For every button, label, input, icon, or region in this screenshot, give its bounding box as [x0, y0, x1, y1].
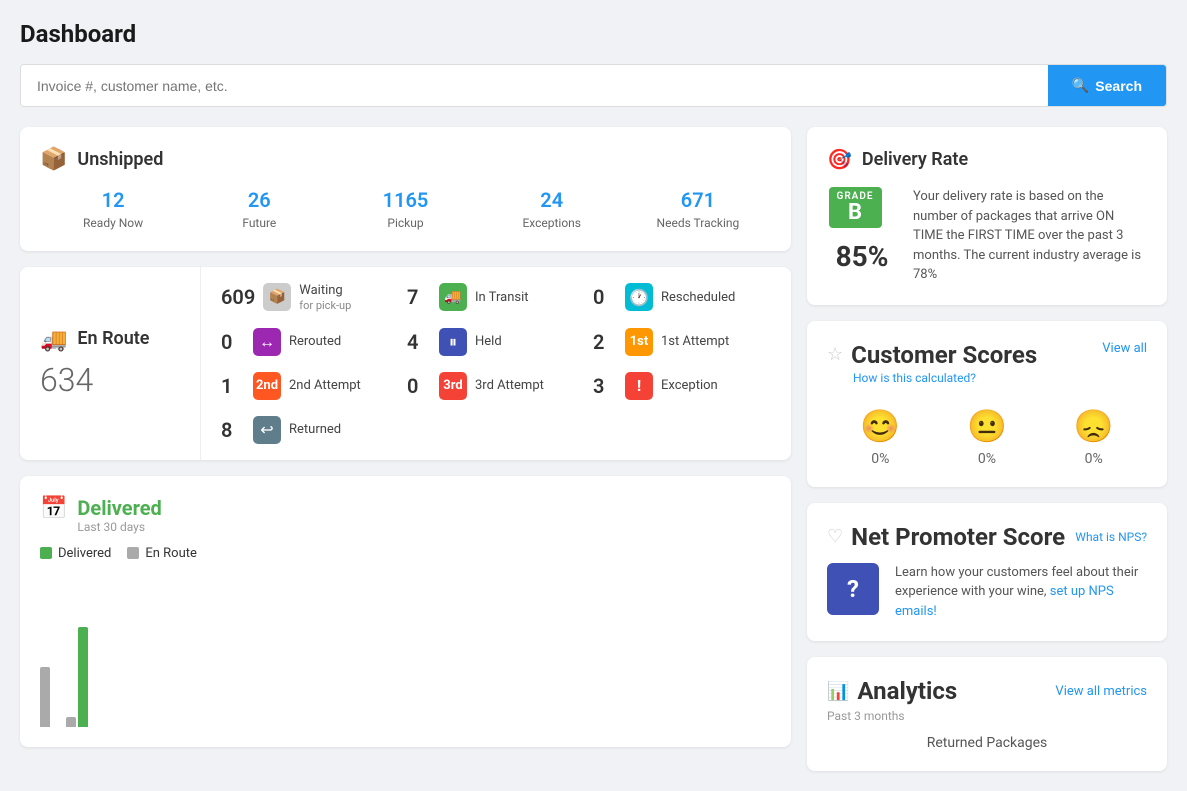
analytics-header: 📊 Analytics View all metrics [827, 677, 1147, 705]
delivery-rate-content: GRADE B 85% Your delivery rate is based … [827, 187, 1147, 285]
scores-row: 😊 0% 😐 0% 😞 0% [827, 407, 1147, 467]
customer-scores-card: ☆ Customer Scores How is this calculated… [807, 321, 1167, 487]
grade-box: GRADE B [829, 187, 882, 228]
heart-icon: ♡ [827, 526, 843, 547]
neutral-icon: 😐 [967, 407, 1007, 445]
route-item-intransit[interactable]: 7 🚚 In Transit [407, 283, 585, 312]
search-bar: 🔍 Search [20, 64, 1167, 107]
exception-icon: ! [625, 372, 653, 400]
analytics-view-all[interactable]: View all metrics [1055, 684, 1147, 699]
en-route-card: 🚚 En Route 634 609 📦 Waiting for pick-up [20, 267, 791, 460]
delivery-rate-title: Delivery Rate [862, 149, 968, 170]
delivered-header: 📅 Delivered Last 30 days [40, 496, 771, 534]
returned-icon: ↩ [253, 416, 281, 444]
delivered-legend: Delivered En Route [40, 546, 771, 561]
delivery-rate-desc: Your delivery rate is based on the numbe… [913, 187, 1147, 285]
stat-pickup[interactable]: 1165 Pickup [332, 188, 478, 231]
analytics-returned-label: Returned Packages [827, 735, 1147, 751]
how-calculated-link[interactable]: How is this calculated? [853, 371, 1037, 385]
score-sad: 😞 0% [1074, 407, 1114, 467]
en-route-total: 634 [40, 361, 180, 399]
bar-chart-icon: 📊 [827, 681, 849, 702]
stat-ready-now[interactable]: 12 Ready Now [40, 188, 186, 231]
route-item-exception[interactable]: 3 ! Exception [593, 372, 771, 400]
star-icon: ☆ [827, 344, 843, 365]
intransit-icon: 🚚 [439, 283, 467, 311]
delivered-chart [40, 577, 771, 727]
en-route-title: En Route [77, 328, 149, 349]
route-item-attempt2[interactable]: 1 2nd 2nd Attempt [221, 372, 399, 400]
nps-title: Net Promoter Score [851, 523, 1065, 551]
unshipped-stats: 12 Ready Now 26 Future 1165 Pickup 24 Ex… [40, 188, 771, 231]
happy-icon: 😊 [860, 407, 900, 445]
main-layout: 📦 Unshipped 12 Ready Now 26 Future 1165 … [20, 127, 1167, 771]
search-icon: 🔍 [1072, 77, 1089, 94]
delivered-subtitle: Last 30 days [77, 520, 161, 534]
right-column: 🎯 Delivery Rate GRADE B 85% Your deliver… [807, 127, 1167, 771]
unshipped-title: Unshipped [77, 149, 163, 170]
left-column: 📦 Unshipped 12 Ready Now 26 Future 1165 … [20, 127, 791, 771]
customer-scores-view-all[interactable]: View all [1102, 341, 1147, 356]
delivered-card: 📅 Delivered Last 30 days Delivered En Ro… [20, 476, 791, 747]
waiting-icon: 📦 [263, 283, 291, 311]
page-title: Dashboard [20, 20, 1167, 48]
sad-icon: 😞 [1074, 407, 1114, 445]
score-happy: 😊 0% [860, 407, 900, 467]
analytics-title: Analytics [857, 677, 957, 705]
bar-enroute-2 [66, 717, 76, 727]
route-item-attempt3[interactable]: 0 3rd 3rd Attempt [407, 372, 585, 400]
search-input[interactable] [21, 65, 1048, 106]
nps-description: Learn how your customers feel about thei… [895, 563, 1147, 622]
analytics-subtitle: Past 3 months [827, 709, 1147, 723]
bar-delivered-2 [78, 627, 88, 727]
delivery-rate-grade: GRADE B 85% [827, 187, 897, 285]
delivery-rate-card: 🎯 Delivery Rate GRADE B 85% Your deliver… [807, 127, 1167, 305]
chart-bar-group-1 [40, 667, 62, 727]
score-neutral: 😐 0% [967, 407, 1007, 467]
rerouted-icon: ↔ [253, 328, 281, 356]
nps-card: ♡ Net Promoter Score What is NPS? ? Lear… [807, 503, 1167, 642]
legend-dot-enroute [127, 547, 139, 559]
en-route-left: 🚚 En Route 634 [20, 267, 200, 460]
route-item-returned[interactable]: 8 ↩ Returned [221, 416, 399, 444]
en-route-header: 🚚 En Route [40, 328, 180, 353]
chart-bar-group-2 [66, 627, 88, 727]
rescheduled-icon: 🕐 [625, 283, 653, 311]
target-icon: 🎯 [827, 147, 852, 171]
attempt3-icon: 3rd [439, 372, 467, 400]
attempt2-icon: 2nd [253, 372, 281, 400]
delivery-rate-percent: 85% [836, 240, 889, 273]
route-item-rescheduled[interactable]: 0 🕐 Rescheduled [593, 283, 771, 312]
nps-header: ♡ Net Promoter Score What is NPS? [827, 523, 1147, 551]
unshipped-card: 📦 Unshipped 12 Ready Now 26 Future 1165 … [20, 127, 791, 251]
stat-exceptions[interactable]: 24 Exceptions [479, 188, 625, 231]
search-button[interactable]: 🔍 Search [1048, 65, 1166, 106]
route-item-rerouted[interactable]: 0 ↔ Rerouted [221, 328, 399, 356]
what-is-nps-link[interactable]: What is NPS? [1075, 530, 1147, 544]
customer-scores-title: Customer Scores [851, 341, 1037, 369]
held-icon: ⏸ [439, 328, 467, 356]
delivery-rate-header: 🎯 Delivery Rate [827, 147, 1147, 171]
bar-enroute-1 [40, 667, 50, 727]
route-item-held[interactable]: 4 ⏸ Held [407, 328, 585, 356]
nps-question-icon: ? [827, 563, 879, 615]
stat-needs-tracking[interactable]: 671 Needs Tracking [625, 188, 771, 231]
customer-scores-header: ☆ Customer Scores How is this calculated… [827, 341, 1147, 401]
route-item-attempt1[interactable]: 2 1st 1st Attempt [593, 328, 771, 356]
en-route-right: 609 📦 Waiting for pick-up 7 🚚 In Transit… [200, 267, 791, 460]
legend-dot-delivered [40, 547, 52, 559]
unshipped-icon: 📦 [40, 147, 67, 172]
legend-enroute: En Route [127, 546, 197, 561]
calendar-icon: 📅 [40, 496, 67, 521]
delivered-title: Delivered [77, 496, 161, 520]
unshipped-header: 📦 Unshipped [40, 147, 771, 172]
analytics-card: 📊 Analytics View all metrics Past 3 mont… [807, 657, 1167, 771]
truck-icon: 🚚 [40, 328, 67, 353]
stat-future[interactable]: 26 Future [186, 188, 332, 231]
legend-delivered: Delivered [40, 546, 111, 561]
route-item-waiting[interactable]: 609 📦 Waiting for pick-up [221, 283, 399, 312]
nps-content: ? Learn how your customers feel about th… [827, 563, 1147, 622]
attempt1-icon: 1st [625, 328, 653, 356]
